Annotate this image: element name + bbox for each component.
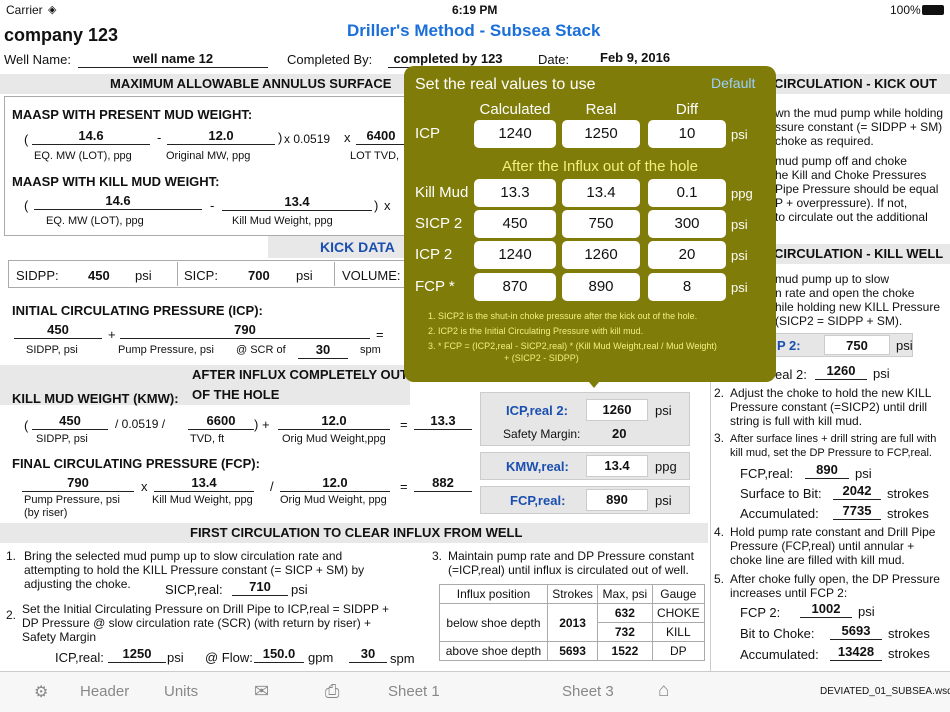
kill-mw-field[interactable]: 13.4	[222, 194, 372, 211]
completed-by-label: Completed By:	[287, 52, 373, 67]
orig-mw-field[interactable]: 12.0	[167, 128, 275, 145]
icp-sidpp-field[interactable]: 450	[14, 322, 102, 339]
popup-icp2-diff[interactable]: 20	[648, 241, 726, 269]
page-title: Driller's Method - Subsea Stack	[347, 21, 601, 40]
icp-real2-value[interactable]: 1260	[815, 363, 867, 380]
tab-units[interactable]: Units	[164, 683, 198, 700]
kill-eq-mw-field[interactable]: 14.6	[34, 193, 202, 210]
popup-fcp-real[interactable]: 890	[562, 273, 640, 301]
lot-tvd-field[interactable]: 6400	[356, 128, 406, 145]
first-step3: Maintain pump rate and DP Pressure const…	[448, 549, 694, 577]
kmw-orig-field[interactable]: 12.0	[278, 413, 390, 430]
maasp-factor: x 0.0519	[284, 132, 331, 146]
fcp-result: 882	[414, 475, 472, 492]
icp-pump-field[interactable]: 790	[120, 322, 370, 339]
popup-sicp2-diff[interactable]: 300	[648, 210, 726, 238]
default-button[interactable]: Default	[711, 75, 755, 91]
date-field[interactable]: Feb 9, 2016	[600, 50, 670, 65]
kmw-tvd-field[interactable]: 6600	[188, 413, 254, 430]
battery-label: 100%	[890, 3, 921, 17]
company-name: company 123	[4, 25, 119, 45]
eq-mw-field[interactable]: 14.6	[32, 128, 150, 145]
fcp2-value[interactable]: 1002	[800, 601, 852, 618]
fcp-kmw-field[interactable]: 13.4	[154, 475, 254, 492]
first-circulation-band: FIRST CIRCULATION TO CLEAR INFLUX FROM W…	[0, 523, 708, 543]
popup-sicp2-calc: 450	[474, 210, 556, 238]
first-step2: Set the Initial Circulating Pressure on …	[22, 602, 390, 644]
fcp-pump-field[interactable]: 790	[22, 475, 134, 492]
carrier-label: Carrier	[6, 3, 43, 17]
kick-sicp[interactable]: 700	[248, 268, 270, 283]
well-name-field[interactable]: well name 12	[78, 51, 268, 68]
safety-margin-value[interactable]: 20	[612, 426, 626, 441]
home-icon[interactable]: ⌂	[658, 680, 669, 702]
file-name: DEVIATED_01_SUBSEA.wsdf	[820, 686, 950, 697]
kmw-sidpp-field[interactable]: 450	[32, 413, 108, 430]
maasp-band: MAXIMUM ALLOWABLE ANNULUS SURFACE	[0, 74, 410, 94]
maasp-kill-title: MAASP WITH KILL MUD WEIGHT:	[12, 174, 220, 189]
surface-to-bit-strokes[interactable]: 2042	[833, 483, 881, 500]
first-spm[interactable]: 30	[349, 646, 387, 663]
popup-kill-calc: 13.3	[474, 179, 556, 207]
popup-note3: 3. * FCP = (ICP2,real - SICP2,real) * (K…	[428, 341, 717, 351]
wifi-icon: ◈	[48, 4, 57, 16]
influx-table: Influx position Strokes Max, psi Gauge belo…	[439, 584, 706, 661]
well-name-label: Well Name:	[4, 52, 71, 67]
date-label: Date:	[538, 52, 570, 67]
kmw-title: KILL MUD WEIGHT (KMW):	[12, 391, 179, 406]
icp-scr-field[interactable]: 30	[298, 342, 348, 359]
popup-note1: 1. SICP2 is the shut-in choke pressure a…	[428, 311, 698, 321]
popup-sicp2-real[interactable]: 750	[562, 210, 640, 238]
popup-arrow	[584, 376, 604, 388]
icp-real-value[interactable]: 1260	[586, 399, 648, 421]
kick-data-title: KICK DATA	[320, 239, 395, 255]
print-icon[interactable]: ⎙	[325, 681, 339, 702]
popup-kill-diff[interactable]: 0.1	[648, 179, 726, 207]
icp-title: INITIAL CIRCULATING PRESSURE (ICP):	[12, 303, 263, 318]
kmw-real-value[interactable]: 13.4	[586, 455, 648, 477]
sicp2-value[interactable]: 750	[824, 335, 890, 355]
kmw-result: 13.3	[414, 413, 472, 430]
right-fcp-real[interactable]: 890	[805, 462, 849, 479]
first-icp-real[interactable]: 1250	[108, 646, 166, 663]
popup-icp-calc: 1240	[474, 120, 556, 148]
accumulated-strokes[interactable]: 7735	[833, 503, 881, 520]
popup-kill-real[interactable]: 13.4	[562, 179, 640, 207]
popup-note2: 2. ICP2 is the Initial Circulating Press…	[428, 326, 644, 336]
accumulated2-strokes[interactable]: 13428	[830, 644, 882, 661]
popup-icp-diff[interactable]: 10	[648, 120, 726, 148]
bit-to-choke-strokes[interactable]: 5693	[830, 623, 882, 640]
tab-sheet3[interactable]: Sheet 3	[562, 683, 614, 700]
popup-fcp-calc: 870	[474, 273, 556, 301]
status-time: 6:19 PM	[452, 3, 498, 17]
popup-icp-real[interactable]: 1250	[562, 120, 640, 148]
fcp-real-value[interactable]: 890	[586, 489, 648, 511]
popup-icp2-real[interactable]: 1260	[562, 241, 640, 269]
popup-fcp-diff[interactable]: 8	[648, 273, 726, 301]
popup-title: Set the real values to use	[415, 76, 596, 93]
battery-icon	[922, 5, 944, 15]
header-tab-icon[interactable]: ⚙	[34, 682, 48, 702]
fcp-orig-field[interactable]: 12.0	[280, 475, 390, 492]
first-sicp-real[interactable]: 710	[232, 579, 288, 596]
fcp-title: FINAL CIRCULATING PRESSURE (FCP):	[12, 456, 260, 471]
mail-icon[interactable]: ✉	[254, 681, 269, 702]
first-flow[interactable]: 150.0	[254, 646, 304, 663]
tab-sheet1[interactable]: Sheet 1	[388, 683, 440, 700]
tab-bar	[0, 671, 950, 712]
maasp-present-title: MAASP WITH PRESENT MUD WEIGHT:	[12, 107, 253, 122]
popup-icp2-calc: 1240	[474, 241, 556, 269]
kick-sidpp[interactable]: 450	[88, 268, 110, 283]
popup-subtitle: After the Influx out of the hole	[502, 158, 698, 175]
popup-note4: + (SICP2 - SIDPP)	[504, 353, 579, 363]
tab-header[interactable]: Header	[80, 683, 129, 700]
